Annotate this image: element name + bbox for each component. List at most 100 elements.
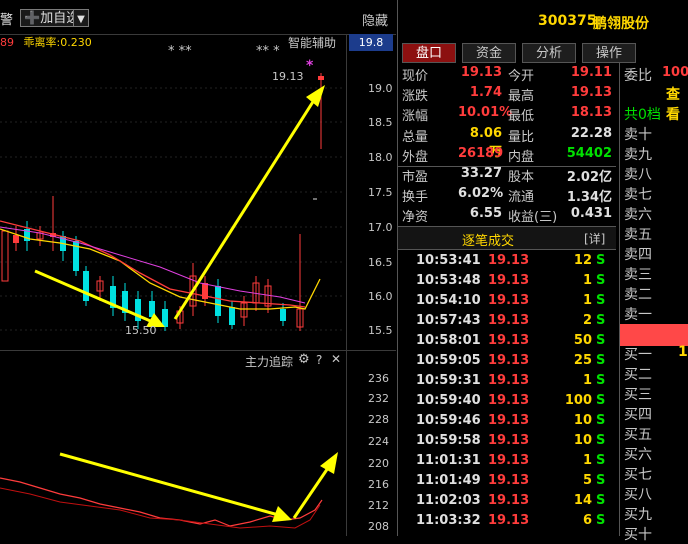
tick-row[interactable]: 10:53:41 19.13 12 S [398,253,616,273]
buy-level[interactable]: 买一 1 [620,344,688,364]
tick-side: S [596,313,606,328]
sell-level[interactable]: 卖四 [620,244,688,264]
tab-order-book[interactable]: 盘口 [402,43,456,63]
quote-row: 总量 8.06万 量比 22.28 [398,126,616,160]
arrowhead [272,506,292,522]
tab-funds[interactable]: 资金 [462,43,516,63]
sell-level[interactable]: 卖二 [620,284,688,304]
sell-level[interactable]: 卖九 [620,144,688,164]
signal-stars: * ** [168,44,192,59]
quote-label: 流通 [508,190,535,206]
sell-level[interactable]: 卖八 [620,164,688,184]
tick-row[interactable]: 10:59:58 19.13 10 S [398,433,616,453]
tick-row[interactable]: 11:01:31 19.13 1 S [398,453,616,473]
tick-time: 10:54:10 [416,293,481,308]
sub-panel-header: 主力追踪 ⚙ ? ✕ [0,350,396,371]
quote-value: 10.01% [458,105,513,121]
tick-row[interactable]: 10:59:05 19.13 25 S [398,353,616,373]
price-axis-tick: 17.0 [368,221,393,234]
buy-level[interactable]: 买五 [620,424,688,444]
tick-row[interactable]: 11:02:03 19.13 14 S [398,493,616,513]
view-row[interactable]: 查看 [620,84,688,123]
quote-label: 内盘 [508,149,535,165]
order-ratio-row: 委比 100 [620,65,688,85]
sell-level[interactable]: 卖六 [620,204,688,224]
sell-level-label: 卖四 [624,247,652,263]
tick-side: S [596,393,606,408]
quote-label: 收益(三) [508,210,558,226]
candlestick-chart[interactable] [0,51,345,347]
buy-level[interactable]: 买七 [620,464,688,484]
level-count-row: 共0档 [620,104,688,124]
stock-name: 鹏翎股份 [593,16,649,32]
tick-side: S [596,413,606,428]
tick-side: S [596,273,606,288]
buy-level[interactable]: 买十 [620,524,688,544]
tab-operation[interactable]: 操作 [582,43,636,63]
quote-label: 换手 [402,190,429,206]
tick-price: 19.13 [488,273,530,288]
sell-level[interactable]: 卖三 [620,264,688,284]
gear-icon[interactable]: ⚙ [298,352,310,367]
sell-level-label: 卖六 [624,207,652,223]
tick-volume: 2 [582,313,592,328]
tick-time: 11:01:49 [416,473,481,488]
tick-row[interactable]: 10:57:43 19.13 2 S [398,313,616,333]
quote-row: 涨跌 1.74 最高 19.13 [398,85,616,105]
buy-level[interactable]: 买八 [620,484,688,504]
smart-aid-button[interactable]: 智能辅助 [288,34,336,51]
alert-label-partial[interactable]: 警 [0,9,13,28]
quote-label: 股本 [508,170,535,185]
buy-level[interactable]: 买六 [620,444,688,464]
main-force-chart[interactable] [0,370,345,536]
indicator-bar: 89 乖离率:0.230 [0,34,92,50]
quote-value: 33.27 [460,166,502,181]
tick-volume: 12 [573,253,592,268]
purple-signal-star: * [306,58,314,74]
sell-level[interactable]: 卖七 [620,184,688,204]
sell-level[interactable]: 卖一 [620,304,688,324]
tick-row[interactable]: 11:03:32 19.13 6 S [398,513,616,533]
tick-row[interactable]: 10:53:48 19.13 1 S [398,273,616,293]
hide-panel-button[interactable]: 隐藏 [362,10,388,29]
help-button[interactable]: ? [316,353,322,367]
tick-row[interactable]: 10:59:31 19.13 1 S [398,373,616,393]
tick-side: S [596,453,606,468]
tick-price: 19.13 [488,453,530,468]
close-icon[interactable]: ✕ [331,352,341,366]
tick-detail-button[interactable]: [详] [584,230,605,247]
tick-volume: 14 [573,493,592,508]
buy-level[interactable]: 买四 [620,404,688,424]
quote-label: 涨跌 [402,89,429,105]
buy-level-label: 买二 [624,367,652,383]
tick-row[interactable]: 10:58:01 19.13 50 S [398,333,616,353]
buy-level[interactable]: 买二 [620,364,688,384]
signal-stars-right: ** * [256,44,280,59]
buy-level-label: 买七 [624,467,652,483]
buy-level-label: 买六 [624,447,652,463]
buy-level[interactable]: 买九 [620,504,688,524]
quote-row: 净资 6.55 收益(三) 0.431 [398,206,616,226]
watchlist-dropdown-button[interactable]: ▼ [73,9,89,27]
buy-level[interactable]: 买三 [620,384,688,404]
buy-level-label: 买八 [624,487,652,503]
sell-level-label: 卖一 [624,307,652,323]
candles [1,73,324,331]
quote-label: 最低 [508,109,535,125]
tick-side: S [596,513,606,528]
quote-row: 外盘 26189 内盘 54402 [398,146,616,166]
tick-time: 10:53:41 [416,253,481,268]
sell-level[interactable]: 卖十 [620,124,688,144]
tick-side: S [596,493,606,508]
tick-time: 10:59:46 [416,413,481,428]
tick-price: 19.13 [488,253,530,268]
tick-row[interactable]: 10:59:46 19.13 10 S [398,413,616,433]
tick-row[interactable]: 11:01:49 19.13 5 S [398,473,616,493]
tick-row[interactable]: 10:59:40 19.13 100 S [398,393,616,413]
tick-row[interactable]: 10:54:10 19.13 1 S [398,293,616,313]
sell-level-label: 卖五 [624,227,652,243]
tab-analysis[interactable]: 分析 [522,43,576,63]
candle [162,309,168,327]
sell-level[interactable]: 卖五 [620,224,688,244]
quote-value: 18.13 [570,105,612,121]
